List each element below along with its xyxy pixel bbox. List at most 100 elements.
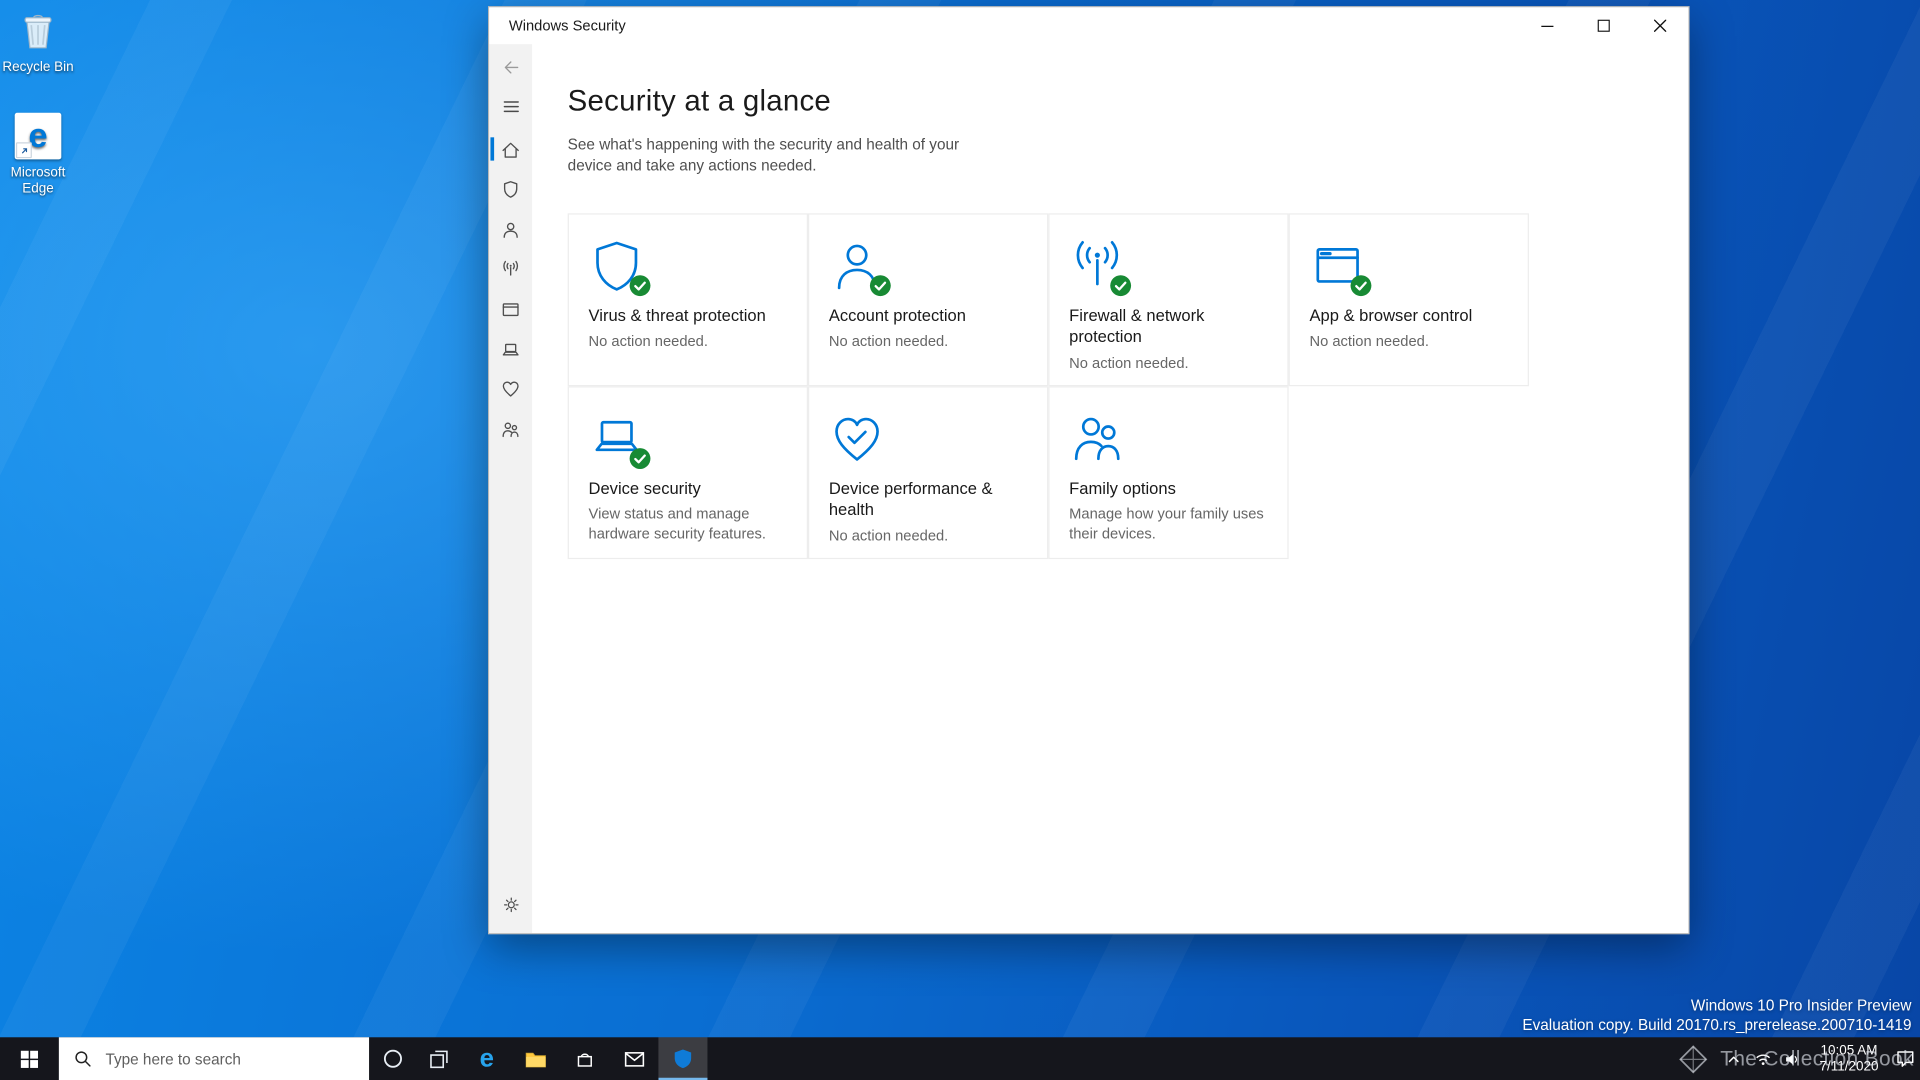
tile-status: No action needed. (1069, 353, 1189, 371)
check-badge-icon (629, 448, 651, 469)
tray-show-hidden-icons-button[interactable] (1719, 1037, 1748, 1080)
security-shield-icon (674, 1049, 692, 1069)
tile-family-options[interactable]: Family options Manage how your family us… (1048, 386, 1289, 560)
laptop-icon (589, 411, 651, 469)
check-badge-icon (1350, 275, 1372, 297)
family-icon (502, 421, 519, 437)
edge-tile-icon: e (13, 112, 62, 162)
sidebar-item-home[interactable] (489, 134, 532, 166)
app-window-icon (502, 302, 519, 316)
taskbar-search-box[interactable] (58, 1037, 370, 1080)
taskbar-store-button[interactable] (560, 1037, 609, 1080)
app-window-icon (1309, 238, 1372, 297)
person-icon (503, 222, 518, 238)
wifi-icon (1756, 1053, 1771, 1065)
window-titlebar[interactable]: Windows Security (489, 7, 1689, 45)
speaker-icon (1786, 1053, 1798, 1065)
file-explorer-icon (525, 1052, 546, 1067)
recycle-bin-icon (13, 7, 62, 56)
tile-title: Firewall & network protection (1069, 306, 1205, 347)
check-badge-icon (1110, 275, 1132, 297)
desktop-icon-label: Recycle Bin (2, 60, 74, 75)
desktop-icon-recycle-bin[interactable]: Recycle Bin (0, 7, 76, 75)
clock-date: 7/11/2020 (1819, 1058, 1879, 1074)
edge-icon: e (479, 1044, 494, 1073)
taskbar-file-explorer-button[interactable] (511, 1037, 560, 1080)
tile-status: View status and manage hardware security… (588, 505, 766, 542)
heart-icon (502, 380, 519, 397)
taskbar-clock[interactable]: 10:05 AM 7/11/2020 (1807, 1037, 1890, 1080)
page-subtitle: See what's happening with the security a… (567, 136, 960, 174)
shortcut-arrow-icon (15, 142, 32, 159)
search-icon (75, 1051, 91, 1067)
screen: Recycle Bin e Microsoft Edge Windows Sec… (0, 0, 1920, 1080)
maximize-button[interactable] (1576, 7, 1632, 44)
clock-time: 10:05 AM (1820, 1042, 1878, 1058)
tile-title: Device performance & health (828, 479, 993, 519)
tile-device-security[interactable]: Device security View status and manage h… (567, 386, 808, 560)
tile-status: No action needed. (1309, 332, 1429, 350)
tile-title: Account protection (828, 306, 966, 325)
action-center-button[interactable] (1891, 1037, 1920, 1080)
tile-device-performance-health[interactable]: Device performance & health No action ne… (807, 386, 1049, 560)
tray-network-button[interactable] (1748, 1037, 1777, 1080)
task-view-icon (430, 1049, 448, 1068)
tile-status: Manage how your family uses their device… (1069, 505, 1264, 542)
tile-title: Device security (588, 479, 701, 498)
build-watermark-line1: Windows 10 Pro Insider Preview (1690, 996, 1912, 1014)
windows-logo-icon (20, 1050, 39, 1068)
back-button[interactable] (489, 51, 532, 83)
build-watermark: Windows 10 Pro Insider Preview Evaluatio… (1522, 996, 1911, 1035)
taskbar: e 10:05 AM 7/11/2020 (0, 1037, 1920, 1080)
sidebar-item-account-protection[interactable] (489, 213, 532, 245)
menu-button[interactable] (489, 91, 532, 123)
tray-volume-button[interactable] (1778, 1037, 1807, 1080)
check-badge-icon (629, 275, 651, 297)
app-sidebar (489, 44, 533, 934)
sidebar-item-virus-threat-protection[interactable] (489, 173, 532, 205)
start-button[interactable] (0, 1037, 59, 1080)
task-view-button[interactable] (416, 1037, 463, 1080)
sidebar-item-family-options[interactable] (489, 413, 532, 445)
tile-app-browser-control[interactable]: App & browser control No action needed. (1288, 213, 1529, 387)
desktop-icon-microsoft-edge[interactable]: e Microsoft Edge (0, 112, 76, 197)
network-icon (1069, 238, 1132, 297)
tile-title: Virus & threat protection (588, 306, 766, 325)
tile-firewall-network-protection[interactable]: Firewall & network protection No action … (1048, 213, 1289, 387)
person-icon (829, 238, 891, 297)
taskbar-mail-button[interactable] (609, 1037, 658, 1080)
settings-button[interactable] (489, 889, 532, 921)
tile-title: App & browser control (1309, 306, 1473, 325)
minimize-button[interactable] (1519, 7, 1575, 44)
tile-status: No action needed. (588, 332, 708, 350)
tile-virus-threat-protection[interactable]: Virus & threat protection No action need… (567, 213, 808, 387)
tile-status: No action needed. (828, 526, 949, 544)
search-input[interactable] (102, 1048, 370, 1069)
store-icon (577, 1052, 592, 1067)
taskbar-edge-button[interactable]: e (462, 1037, 511, 1080)
laptop-icon (502, 343, 519, 355)
tile-account-protection[interactable]: Account protection No action needed. (807, 213, 1049, 387)
sidebar-item-device-security[interactable] (489, 333, 532, 365)
close-button[interactable] (1632, 7, 1688, 44)
main-content: Security at a glance See what's happenin… (532, 44, 1689, 934)
taskbar-windows-security-button[interactable] (658, 1037, 708, 1080)
hamburger-icon (503, 101, 519, 113)
mail-icon (624, 1051, 644, 1067)
sidebar-item-device-performance[interactable] (489, 373, 532, 405)
home-icon (502, 142, 519, 158)
tile-title: Family options (1069, 479, 1176, 498)
family-icon (1069, 411, 1125, 467)
heart-icon (829, 411, 885, 467)
gear-icon (503, 897, 518, 913)
sidebar-item-app-browser-control[interactable] (489, 293, 532, 325)
shield-icon (589, 238, 651, 297)
network-icon (503, 260, 519, 276)
cortana-button[interactable] (369, 1037, 416, 1080)
action-center-icon (1897, 1051, 1914, 1067)
chevron-up-icon (1728, 1055, 1739, 1062)
page-title: Security at a glance (567, 84, 832, 118)
tile-status: No action needed. (828, 332, 949, 350)
cortana-icon (383, 1049, 402, 1068)
sidebar-item-firewall-network[interactable] (489, 253, 532, 285)
